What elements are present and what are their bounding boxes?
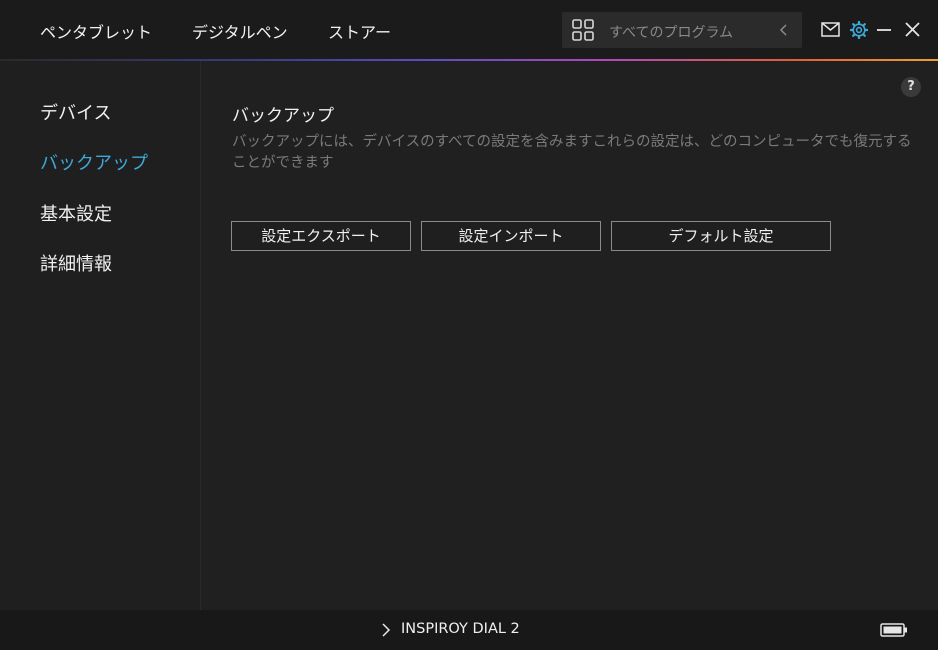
help-icon[interactable]: ? <box>901 77 921 97</box>
main-panel: ? バックアップ バックアップには、デバイスのすべての設定を含みますこれらの設定… <box>201 61 938 610</box>
device-bar: INSPIROY DIAL 2 <box>0 610 938 650</box>
default-settings-button[interactable]: デフォルト設定 <box>611 221 831 251</box>
device-name[interactable]: INSPIROY DIAL 2 <box>401 621 520 637</box>
mail-icon[interactable] <box>821 22 840 37</box>
tab-store[interactable]: ストアー <box>328 19 391 43</box>
tab-pen-tablet[interactable]: ペンタブレット <box>40 19 152 43</box>
page-description: バックアップには、デバイスのすべての設定を含みますこれらの設定は、どのコンピュー… <box>232 134 912 171</box>
minimize-icon[interactable] <box>876 21 892 39</box>
chevron-left-icon[interactable] <box>778 22 790 38</box>
tab-digital-pen[interactable]: デジタルペン <box>192 19 288 43</box>
chevron-right-icon[interactable] <box>381 623 391 637</box>
sidebar: デバイス バックアップ 基本設定 詳細情報 <box>0 61 201 610</box>
program-selector-placeholder: すべてのプログラム <box>609 25 734 41</box>
export-settings-button[interactable]: 設定エクスポート <box>231 221 411 251</box>
sidebar-item-device[interactable]: デバイス <box>40 99 111 125</box>
top-bar: ペンタブレット デジタルペン ストアー すべてのプログラム <box>0 0 938 60</box>
program-selector[interactable]: すべてのプログラム <box>562 12 802 48</box>
sidebar-item-details[interactable]: 詳細情報 <box>40 250 112 276</box>
close-icon[interactable] <box>905 22 920 37</box>
sidebar-item-backup[interactable]: バックアップ <box>40 149 148 175</box>
import-settings-button[interactable]: 設定インポート <box>421 221 601 251</box>
page-title: バックアップ <box>232 106 334 126</box>
sidebar-item-basic-settings[interactable]: 基本設定 <box>40 200 112 226</box>
grid-icon <box>572 19 594 41</box>
gear-icon[interactable] <box>850 21 868 39</box>
battery-icon <box>880 623 907 637</box>
